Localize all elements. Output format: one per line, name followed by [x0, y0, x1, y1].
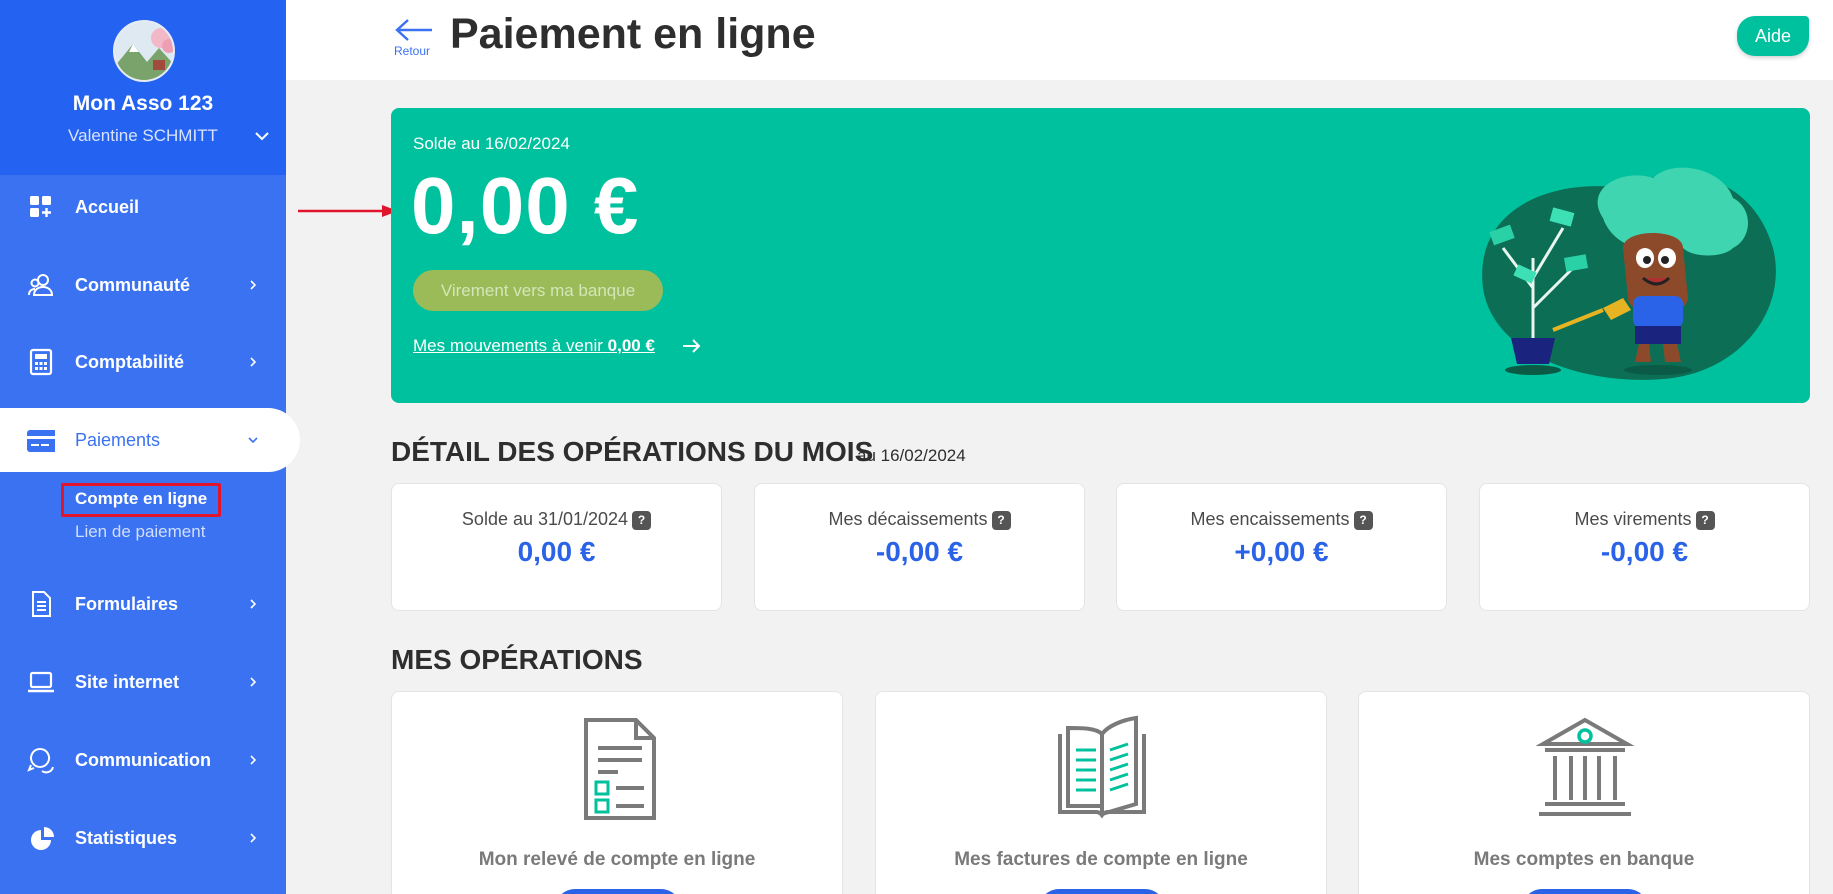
chevron-right-icon — [250, 755, 257, 765]
help-icon[interactable]: ? — [1353, 511, 1373, 530]
community-icon — [28, 274, 54, 296]
transfer-to-bank-button[interactable]: Virement vers ma banque — [413, 270, 663, 311]
chevron-down-icon[interactable] — [252, 126, 272, 146]
chevron-right-icon — [250, 677, 257, 687]
op-card-button[interactable] — [555, 889, 681, 894]
balance-amount: 0,00 € — [411, 161, 640, 250]
back-label[interactable]: Retour — [394, 44, 430, 58]
sidebar-item-label: Statistiques — [75, 828, 178, 848]
annotation-arrow-icon — [298, 205, 398, 217]
stat-value: +0,00 € — [1234, 536, 1329, 567]
chevron-right-icon — [250, 833, 257, 843]
stat-label: Solde au 31/01/2024? — [392, 509, 721, 530]
stat-label: Mes encaissements? — [1117, 509, 1446, 530]
chevron-down-icon — [248, 437, 258, 444]
balance-card: Solde au 16/02/2024 0,00 € Virement vers… — [391, 108, 1810, 403]
chevron-right-icon — [250, 280, 257, 290]
upcoming-movements-label: Mes mouvements à venir — [413, 336, 603, 355]
sidebar-item-communaute[interactable]: Communauté — [0, 253, 286, 317]
sidebar-item-communication[interactable]: Communication — [0, 728, 286, 792]
calculator-icon — [29, 348, 53, 376]
op-card-label: Mon relevé de compte en ligne — [478, 849, 756, 870]
sub-item-compte-en-ligne[interactable]: Compte en ligne — [75, 489, 207, 509]
chevron-right-icon — [250, 357, 257, 367]
sidebar-item-label: Accueil — [75, 197, 140, 217]
details-section-title: DÉTAIL DES OPÉRATIONS DU MOIS — [391, 436, 874, 467]
arrow-right-icon[interactable] — [681, 337, 703, 355]
document-icon — [32, 591, 51, 617]
bank-icon — [1535, 717, 1635, 816]
stat-label: Mes virements? — [1480, 509, 1809, 530]
tree-mascot-illustration — [1482, 167, 1776, 380]
sidebar-item-label: Site internet — [75, 672, 180, 692]
help-icon[interactable]: ? — [632, 511, 652, 530]
chevron-right-icon — [250, 599, 257, 609]
op-card-button[interactable] — [1039, 889, 1165, 894]
page-title: Paiement en ligne — [450, 10, 816, 58]
op-card-label: Mes comptes en banque — [1473, 849, 1695, 870]
chat-icon — [27, 748, 54, 774]
pie-chart-icon — [31, 827, 54, 850]
sidebar-item-label: Communication — [75, 750, 212, 770]
op-card-button[interactable] — [1522, 889, 1648, 894]
help-button[interactable]: Aide — [1737, 16, 1809, 56]
statement-icon — [584, 718, 656, 820]
stat-card-transfers: Mes virements? -0,00 € — [1479, 483, 1810, 611]
sidebar-item-statistiques[interactable]: Statistiques — [0, 806, 286, 870]
sidebar-item-comptabilite[interactable]: Comptabilité — [0, 330, 286, 394]
sidebar: Mon Asso 123 Valentine SCHMITT Accueil C… — [0, 0, 300, 894]
avatar[interactable] — [113, 20, 175, 82]
sidebar-item-label: Comptabilité — [75, 352, 185, 372]
op-card-label: Mes factures de compte en ligne — [954, 849, 1248, 870]
sidebar-item-paiements[interactable]: Paiements — [0, 408, 300, 472]
help-icon[interactable]: ? — [1695, 511, 1715, 530]
sidebar-item-label: Communauté — [75, 275, 191, 295]
stat-card-opening-balance: Solde au 31/01/2024? 0,00 € — [391, 483, 722, 611]
stat-card-receipts: Mes encaissements? +0,00 € — [1116, 483, 1447, 611]
op-card-statement[interactable]: Mon relevé de compte en ligne — [391, 691, 843, 894]
help-icon[interactable]: ? — [991, 511, 1011, 530]
stat-label: Mes décaissements? — [755, 509, 1084, 530]
op-card-invoices[interactable]: Mes factures de compte en ligne — [875, 691, 1327, 894]
upcoming-movements-link[interactable]: Mes mouvements à venir 0,00 € — [413, 336, 655, 356]
op-card-bank-accounts[interactable]: Mes comptes en banque — [1358, 691, 1810, 894]
org-name: Mon Asso 123 — [72, 92, 214, 115]
operations-section-title: MES OPÉRATIONS — [391, 644, 643, 675]
sidebar-item-label: Paiements — [75, 430, 161, 450]
dashboard-icon — [30, 196, 51, 217]
sidebar-item-formulaires[interactable]: Formulaires — [0, 572, 286, 636]
balance-date: Solde au 16/02/2024 — [413, 134, 570, 153]
stat-value: -0,00 € — [875, 536, 964, 567]
sidebar-item-label: Formulaires — [75, 594, 179, 614]
sidebar-item-site-internet[interactable]: Site internet — [0, 650, 286, 714]
credit-card-icon — [27, 430, 55, 452]
sidebar-item-accueil[interactable]: Accueil — [0, 175, 286, 239]
sub-item-lien-de-paiement[interactable]: Lien de paiement — [75, 522, 205, 542]
details-section-date: au 16/02/2024 — [857, 446, 966, 465]
laptop-icon — [28, 671, 54, 693]
open-book-icon — [1058, 715, 1146, 819]
user-name: Valentine SCHMITT — [68, 126, 218, 145]
upcoming-movements-amount: 0,00 € — [607, 336, 655, 355]
stat-card-disbursements: Mes décaissements? -0,00 € — [754, 483, 1085, 611]
stat-value: -0,00 € — [1600, 536, 1689, 567]
sidebar-header: Mon Asso 123 Valentine SCHMITT — [0, 0, 286, 175]
stat-value: 0,00 € — [517, 536, 596, 567]
